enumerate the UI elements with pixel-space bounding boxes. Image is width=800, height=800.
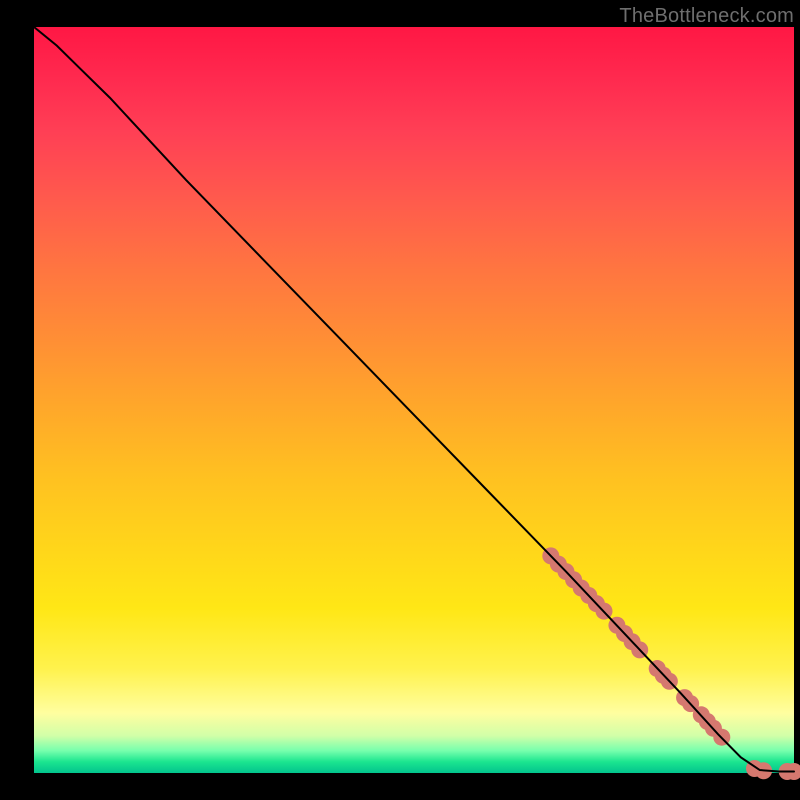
plot-overlay (0, 0, 800, 800)
chart-container: TheBottleneck.com (0, 0, 800, 800)
data-markers (542, 547, 800, 780)
curve-line (34, 27, 794, 772)
